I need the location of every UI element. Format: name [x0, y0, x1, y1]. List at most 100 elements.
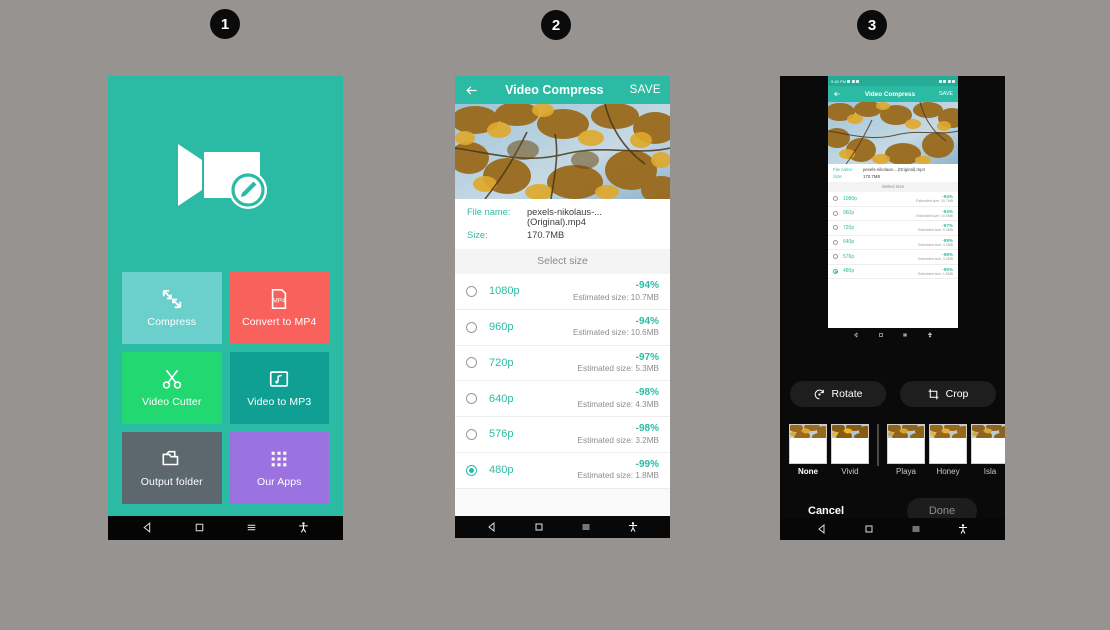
step-badge-3: 3	[857, 10, 887, 40]
resolution-label: 480p	[843, 268, 855, 275]
nested-app-preview[interactable]: 9:48 PM Video Compress SAVE File name: p…	[828, 76, 958, 341]
resolution-option-1080p[interactable]: 1080p -94% Estimated size: 10.7MB	[455, 274, 670, 310]
tile-video-to-mp3[interactable]: Video to MP3	[229, 352, 329, 424]
filter-item-none[interactable]: None	[789, 424, 827, 476]
nav-menu-lines-icon[interactable]	[580, 521, 592, 533]
radio-icon[interactable]	[466, 285, 477, 297]
file-metadata: File name: pexels-nikolaus-...(Original)…	[455, 199, 670, 249]
tile-compress-label: Compress	[147, 316, 197, 328]
filter-thumbnail	[971, 424, 1005, 464]
compress-arrows-icon	[162, 289, 181, 309]
filter-item-isla[interactable]: Isla	[971, 424, 1005, 476]
resolution-stats: -97% Estimated size: 5.3MB	[918, 223, 953, 232]
nav-back-triangle-icon[interactable]	[141, 521, 154, 534]
resolution-stats: -98% Estimated size: 3.2MB	[918, 252, 953, 261]
tile-output-folder[interactable]: Output folder	[122, 432, 222, 504]
nav-menu-lines-icon[interactable]	[910, 523, 922, 535]
filter-item-honey[interactable]: Honey	[929, 424, 967, 476]
crop-button[interactable]: Crop	[899, 381, 996, 407]
arrow-left-icon[interactable]	[833, 90, 841, 98]
resolution-option-576p[interactable]: 576p -98% Estimated size: 3.2MB	[455, 417, 670, 453]
nested-file-size-row: Size: 170.7MB	[833, 174, 953, 179]
resolution-label: 640p	[843, 239, 855, 246]
cancel-button[interactable]: Cancel	[808, 505, 844, 517]
nested-resolution-list: 1080p -94% Estimated size: 10.7MB 960p -…	[828, 192, 958, 279]
nav-home-square-icon[interactable]	[863, 523, 875, 535]
arrow-left-icon[interactable]	[464, 83, 479, 98]
rotate-button[interactable]: Rotate	[789, 381, 886, 407]
resolution-option-720p[interactable]: 720p -97% Estimated size: 5.3MB	[455, 345, 670, 382]
nav-home-square-icon	[878, 332, 883, 337]
tile-our-apps-label: Our Apps	[256, 476, 302, 488]
nav-accessibility-person-icon[interactable]	[297, 521, 310, 534]
nested-file-size-value: 170.7MB	[863, 173, 881, 179]
radio-icon[interactable]	[466, 357, 477, 369]
radio-icon[interactable]	[466, 428, 477, 440]
tile-convert-to-mp4[interactable]: MP4 Convert to MP4	[229, 272, 329, 344]
estimated-size: Estimated size: 3.2MB	[918, 257, 953, 262]
nav-home-square-icon[interactable]	[533, 521, 545, 533]
nav-back-triangle-icon	[854, 331, 858, 338]
nav-accessibility-person-icon[interactable]	[627, 521, 639, 533]
resolution-label: 640p	[489, 392, 514, 405]
battery-icon	[947, 79, 951, 83]
status-icon	[847, 79, 851, 83]
estimated-size: Estimated size: 4.3MB	[918, 242, 953, 247]
nav-home-square-icon[interactable]	[193, 521, 206, 534]
tile-convert-to-mp4-label: Convert to MP4	[242, 316, 317, 328]
filter-item-vivid[interactable]: Vivid	[831, 424, 869, 476]
tile-compress[interactable]: Compress	[122, 272, 222, 344]
rotate-icon	[814, 389, 824, 399]
estimated-size: Estimated size: 10.7MB	[572, 292, 659, 302]
reduction-percent: -94%	[635, 280, 659, 291]
file-size-value: 170.7MB	[527, 230, 565, 240]
resolution-option-960p[interactable]: 960p -94% Estimated size: 10.6MB	[455, 309, 670, 346]
nested-resolution-option-640p: 640p -98% Estimated size: 4.3MB	[828, 236, 958, 250]
radio-icon[interactable]	[466, 321, 477, 333]
filter-divider	[877, 424, 879, 466]
signal-icon	[943, 79, 946, 83]
filter-label: Honey	[936, 467, 960, 476]
video-preview[interactable]	[455, 104, 670, 199]
nested-file-name-row: File name: pexels-nikolaus-...(Original)…	[833, 167, 953, 172]
radio-icon-selected[interactable]	[466, 464, 477, 476]
thumb-leaves-svg	[832, 425, 868, 441]
resolution-label: 1080p	[489, 285, 520, 298]
file-name-label: File name:	[467, 207, 511, 217]
nested-navbar	[828, 328, 958, 341]
step-badge-2: 2	[541, 10, 571, 40]
filter-thumbnail	[929, 424, 967, 464]
radio-icon	[833, 254, 838, 260]
step-badge-3-number: 3	[867, 16, 877, 34]
resolution-option-640p[interactable]: 640p -98% Estimated size: 4.3MB	[455, 381, 670, 417]
radio-icon[interactable]	[466, 393, 477, 405]
filter-label: None	[798, 467, 818, 476]
filter-strip[interactable]: None Vivid Playa Honey Isla	[780, 424, 1005, 486]
resolution-label: 576p	[843, 253, 855, 260]
nav-back-triangle-icon[interactable]	[816, 523, 828, 535]
phone-screen-home: Compress MP4 Convert to MP4 Video Cutter	[108, 76, 343, 540]
nav-accessibility-person-icon	[927, 332, 932, 337]
resolution-option-480p[interactable]: 480p -99% Estimated size: 1.8MB	[455, 452, 670, 489]
save-button[interactable]: SAVE	[630, 84, 661, 96]
crop-button-label: Crop	[945, 388, 969, 400]
nav-back-triangle-icon[interactable]	[486, 521, 498, 533]
tile-video-cutter[interactable]: Video Cutter	[122, 352, 222, 424]
file-size-label: Size:	[467, 230, 488, 240]
nested-save-button[interactable]: SAVE	[939, 91, 953, 97]
page-title: Video Compress	[505, 83, 604, 97]
resolution-label: 720p	[489, 356, 514, 369]
resolution-label: 960p	[489, 321, 514, 334]
tile-our-apps[interactable]: Our Apps	[229, 432, 329, 504]
thumb-leaves-svg	[930, 425, 966, 441]
nav-menu-lines-icon[interactable]	[245, 521, 258, 534]
estimated-size: Estimated size: 10.6MB	[916, 213, 953, 218]
file-name-row: File name: pexels-nikolaus-...(Original)…	[467, 207, 658, 227]
filter-item-playa[interactable]: Playa	[887, 424, 925, 476]
nav-accessibility-person-icon[interactable]	[957, 523, 969, 535]
filter-label: Vivid	[841, 467, 859, 476]
select-size-header: Select size	[455, 249, 670, 274]
estimated-size: Estimated size: 5.3MB	[577, 364, 659, 373]
resolution-stats: -94% Estimated size: 10.6MB	[916, 209, 953, 218]
resolution-stats: -97% Estimated size: 5.3MB	[578, 352, 659, 375]
